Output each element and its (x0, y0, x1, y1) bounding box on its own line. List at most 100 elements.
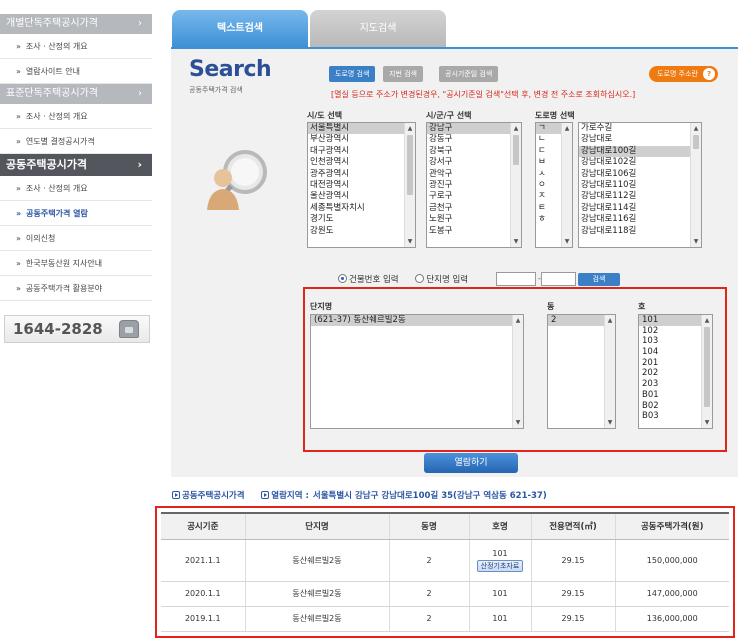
header-complex: 단지명 (244, 512, 389, 540)
road-initial-select[interactable]: ㄱ ㄴ ㄷ ㅂ ㅅ ㅇ ㅈ ㅌ ㅎ ▲ ▼ (535, 122, 573, 248)
lot-search-button[interactable]: 지번 검색 (383, 66, 423, 82)
list-item[interactable]: 가로수길 (579, 123, 701, 134)
sidebar-item-survey-overview-3[interactable]: » 조사 · 산정의 개요 (0, 176, 152, 201)
list-item[interactable]: 구로구 (427, 191, 521, 202)
scroll-up-icon[interactable]: ▲ (513, 315, 523, 326)
list-item[interactable]: 강남대로110길 (579, 180, 701, 191)
tab-text-search[interactable]: 텍스트검색 (172, 10, 308, 48)
list-item[interactable]: 대구광역시 (308, 146, 415, 157)
scroll-down-icon[interactable]: ▼ (691, 236, 701, 247)
ho-select[interactable]: 101 102 103 104 201 202 203 B01 B02 B03 … (638, 314, 713, 429)
building-main-number-input[interactable] (496, 272, 536, 286)
list-item[interactable]: 강남대로114길 (579, 203, 701, 214)
list-item[interactable]: 강서구 (427, 157, 521, 168)
scroll-down-icon[interactable]: ▼ (562, 236, 572, 247)
cell-ho: 101 (468, 606, 531, 632)
scroll-thumb[interactable] (704, 327, 710, 407)
scroll-up-icon[interactable]: ▲ (702, 315, 712, 326)
list-item[interactable]: 관악구 (427, 169, 521, 180)
road-address-info-button[interactable]: 도로명 주소란 ? (649, 66, 718, 82)
radio-complex-name[interactable] (415, 274, 425, 283)
list-item[interactable]: 강원도 (308, 226, 415, 237)
bullet-icon: » (16, 42, 21, 51)
list-item[interactable]: 강북구 (427, 146, 521, 157)
basis-data-button[interactable]: 산정기초자료 (476, 559, 524, 572)
sidebar-item-price-view[interactable]: » 공동주택가격 열람 (0, 201, 152, 226)
scroll-down-icon[interactable]: ▼ (605, 417, 615, 428)
notice-date-search-button[interactable]: 공시기준일 검색 (439, 66, 499, 82)
list-item[interactable]: 강남대로112길 (579, 191, 701, 202)
view-button[interactable]: 열람하기 (424, 453, 518, 473)
scroll-down-icon[interactable]: ▼ (405, 236, 415, 247)
list-item[interactable]: 강남대로102길 (579, 157, 701, 168)
sidebar-item-branch-guide[interactable]: » 한국부동산원 지사안내 (0, 251, 152, 276)
scroll-thumb[interactable] (693, 135, 699, 149)
list-item[interactable]: 세종특별자치시 (308, 203, 415, 214)
sidebar-item-label: 조사 · 산정의 개요 (25, 184, 88, 193)
scroll-down-icon[interactable]: ▼ (513, 417, 523, 428)
scroll-up-icon[interactable]: ▲ (511, 123, 521, 134)
scroll-up-icon[interactable]: ▲ (605, 315, 615, 326)
list-item[interactable]: 강남대로106길 (579, 169, 701, 180)
list-item[interactable]: 강남구 (427, 123, 521, 135)
cell-date: 2019.1.1 (161, 606, 245, 632)
road-search-button[interactable]: 도로명 검색 (329, 66, 376, 82)
sidebar-item-label: 열람사이트 안내 (25, 67, 80, 76)
sidebar-item-objection[interactable]: » 이의신청 (0, 226, 152, 251)
list-item[interactable]: 노원구 (427, 214, 521, 225)
search-button[interactable]: 검색 (578, 273, 620, 286)
district-select[interactable]: 강남구 강동구 강북구 강서구 관악구 광진구 구로구 금천구 노원구 도봉구 … (426, 122, 522, 248)
radio-building-number[interactable] (338, 274, 347, 283)
list-item[interactable]: 강남대로100길 (579, 145, 701, 158)
scroll-down-icon[interactable]: ▼ (511, 236, 521, 247)
list-item[interactable]: 경기도 (308, 214, 415, 225)
cell-price: 150,000,000 (614, 539, 729, 582)
list-item[interactable]: 강남대로 (579, 134, 701, 145)
scrollbar[interactable]: ▲ ▼ (561, 123, 572, 247)
road-name-select[interactable]: 가로수길 강남대로 강남대로100길 강남대로102길 강남대로106길 강남대… (578, 122, 702, 248)
list-item[interactable]: 광진구 (427, 180, 521, 191)
list-item[interactable]: 강남대로118길 (579, 226, 701, 237)
scroll-thumb[interactable] (513, 135, 519, 165)
list-item[interactable]: 서울특별시 (308, 123, 415, 135)
scroll-up-icon[interactable]: ▲ (562, 123, 572, 134)
list-item[interactable]: 금천구 (427, 203, 521, 214)
list-item[interactable]: 인천광역시 (308, 157, 415, 168)
scroll-up-icon[interactable]: ▲ (405, 123, 415, 134)
table-row: 2020.1.1 동산쉐르빌2동 2 101 29.15 147,000,000 (161, 581, 729, 607)
sidebar-item-survey-overview-2[interactable]: » 조사 · 산정의 개요 (0, 104, 152, 129)
sidebar-section-standard[interactable]: 표준단독주택공시가격 › (0, 84, 152, 104)
scrollbar[interactable]: ▲ ▼ (604, 315, 615, 428)
sidebar-section-apartment[interactable]: 공동주택공시가격 › (0, 154, 152, 176)
city-select[interactable]: 서울특별시 부산광역시 대구광역시 인천광역시 광주광역시 대전광역시 울산광역… (307, 122, 416, 248)
complex-select[interactable]: (621-37) 동산쉐르빌2동 ▲ ▼ (310, 314, 524, 429)
sidebar-item-usage[interactable]: » 공동주택가격 활용분야 (0, 276, 152, 301)
scrollbar[interactable]: ▲ ▼ (512, 315, 523, 428)
list-item[interactable]: 강남대로116길 (579, 214, 701, 225)
list-item[interactable]: 대전광역시 (308, 180, 415, 191)
scrollbar[interactable]: ▲ ▼ (701, 315, 712, 428)
sidebar-item-survey-overview-1[interactable]: » 조사 · 산정의 개요 (0, 34, 152, 59)
tab-map-search[interactable]: 지도검색 (310, 10, 446, 48)
header-ho: 호명 (468, 512, 531, 540)
list-item[interactable]: 광주광역시 (308, 169, 415, 180)
sidebar-item-label: 조사 · 산정의 개요 (25, 112, 88, 121)
scrollbar[interactable]: ▲ ▼ (510, 123, 521, 247)
building-sub-number-input[interactable] (541, 272, 576, 286)
scroll-up-icon[interactable]: ▲ (691, 123, 701, 134)
scroll-down-icon[interactable]: ▼ (702, 417, 712, 428)
sidebar-item-site-guide[interactable]: » 열람사이트 안내 (0, 59, 152, 84)
sidebar-item-yearly-prices[interactable]: » 연도별 결정공시가격 (0, 129, 152, 154)
cell-complex: 동산쉐르빌2동 (244, 581, 389, 607)
list-item[interactable]: (621-37) 동산쉐르빌2동 (311, 315, 523, 326)
list-item[interactable]: 부산광역시 (308, 134, 415, 145)
dong-select[interactable]: 2 ▲ ▼ (547, 314, 616, 429)
list-item[interactable]: 강동구 (427, 134, 521, 145)
scroll-thumb[interactable] (407, 135, 413, 195)
list-item[interactable]: 울산광역시 (308, 191, 415, 202)
chevron-right-icon: › (138, 18, 142, 29)
scrollbar[interactable]: ▲ ▼ (404, 123, 415, 247)
sidebar-section-individual[interactable]: 개별단독주택공시가격 › (0, 14, 152, 34)
scrollbar[interactable]: ▲ ▼ (690, 123, 701, 247)
list-item[interactable]: 도봉구 (427, 226, 521, 237)
